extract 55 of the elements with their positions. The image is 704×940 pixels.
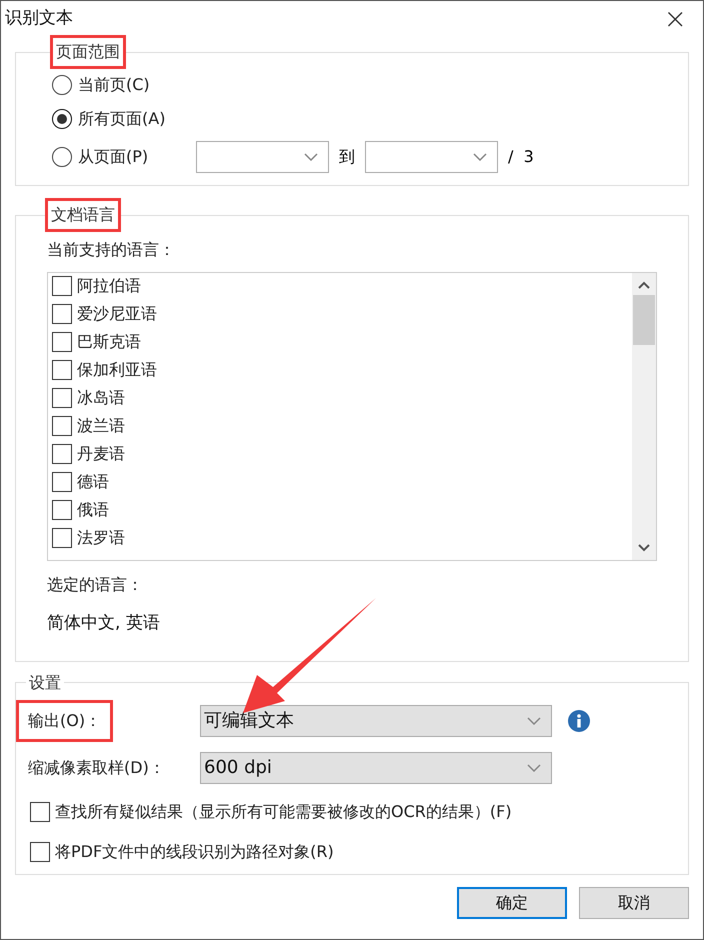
dialog-button[interactable]: 确定 xyxy=(457,886,567,918)
section-title: 页面范围 xyxy=(50,35,126,69)
checkbox[interactable] xyxy=(52,528,72,548)
scroll-up-icon[interactable] xyxy=(638,281,650,289)
info-icon[interactable] xyxy=(568,710,590,732)
dialog-button[interactable]: 取消 xyxy=(579,886,689,918)
language-option: 德语 xyxy=(77,472,109,492)
checkbox[interactable] xyxy=(52,500,72,520)
section-title: 设置 xyxy=(28,672,62,694)
dropdown[interactable]: 600 dpi xyxy=(200,752,552,784)
checkbox[interactable] xyxy=(52,388,72,408)
language-option: 丹麦语 xyxy=(77,444,125,464)
option-label: 查找所有疑似结果（显示所有可能需要被修改的OCR的结果）(F) xyxy=(55,802,512,822)
checkbox[interactable] xyxy=(30,802,50,822)
language-option: 冰岛语 xyxy=(77,388,125,408)
language-option: 巴斯克语 xyxy=(77,332,141,352)
radio-label: 所有页面(A) xyxy=(78,108,166,130)
field-label: 输出(O)： xyxy=(16,700,114,742)
radio-label: 当前页(C) xyxy=(78,74,150,96)
chevron-down-icon xyxy=(527,716,541,724)
close-button[interactable]: × xyxy=(664,5,687,33)
radio-button[interactable] xyxy=(52,109,72,129)
language-option: 爱沙尼亚语 xyxy=(77,304,157,324)
checkbox[interactable] xyxy=(52,276,72,296)
checkbox[interactable] xyxy=(52,332,72,352)
section-title: 文档语言 xyxy=(45,198,121,232)
language-option: 波兰语 xyxy=(77,416,125,436)
selected-languages-label: 选定的语言： xyxy=(47,574,144,596)
to-label: 到 xyxy=(339,146,355,168)
checkbox[interactable] xyxy=(52,304,72,324)
supported-languages-label: 当前支持的语言： xyxy=(47,239,176,261)
field-label: 缩减像素取样(D)： xyxy=(28,756,165,778)
checkbox[interactable] xyxy=(52,360,72,380)
scroll-thumb[interactable] xyxy=(633,295,655,345)
selected-languages-value: 简体中文, 英语 xyxy=(47,612,161,635)
dropdown[interactable]: 可编辑文本 xyxy=(200,704,552,736)
page-total: / 3 xyxy=(508,146,534,168)
window-title: 识别文本 xyxy=(5,7,73,30)
language-option: 保加利亚语 xyxy=(77,360,157,380)
radio-button[interactable] xyxy=(52,147,72,167)
radio-button[interactable] xyxy=(52,75,72,95)
language-option: 阿拉伯语 xyxy=(77,276,141,296)
chevron-down-icon xyxy=(304,153,318,161)
checkbox[interactable] xyxy=(52,472,72,492)
scrollbar[interactable] xyxy=(632,273,656,560)
language-option: 俄语 xyxy=(77,500,109,520)
chevron-down-icon xyxy=(473,153,487,161)
scroll-down-icon[interactable] xyxy=(638,544,650,552)
chevron-down-icon xyxy=(527,764,541,772)
checkbox[interactable] xyxy=(30,842,50,862)
checkbox[interactable] xyxy=(52,444,72,464)
language-option: 法罗语 xyxy=(77,528,125,548)
option-label: 将PDF文件中的线段识别为路径对象(R) xyxy=(55,842,334,862)
checkbox[interactable] xyxy=(52,416,72,436)
radio-label: 从页面(P) xyxy=(78,146,148,168)
